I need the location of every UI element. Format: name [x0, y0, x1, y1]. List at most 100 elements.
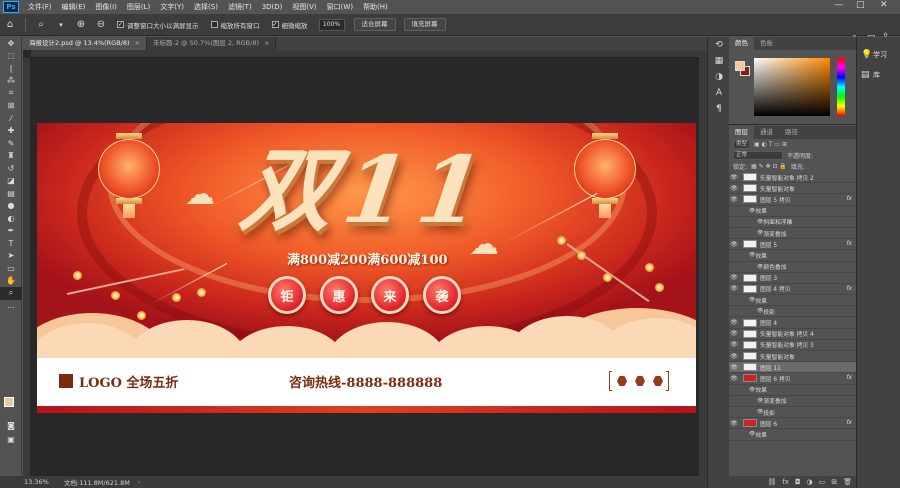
- path-selection-tool-icon[interactable]: ➤: [0, 250, 22, 263]
- layer-row[interactable]: 👁 图层 5 fx: [729, 239, 856, 251]
- layer-row[interactable]: 👁 效果: [729, 206, 856, 217]
- layer-row[interactable]: 👁 图层 6 拷贝 fx: [729, 373, 856, 385]
- zoom-tool-icon[interactable]: ⌕: [34, 18, 48, 32]
- tab-color[interactable]: 颜色: [729, 37, 754, 50]
- close-window-button[interactable]: ✕: [880, 0, 888, 10]
- menu-help[interactable]: 帮助(H): [358, 2, 393, 12]
- layer-row[interactable]: 👁 投影: [729, 407, 856, 419]
- frame-tool-icon[interactable]: ⊠: [0, 100, 22, 113]
- layer-row[interactable]: 👁 图层 3: [729, 273, 856, 284]
- layer-row[interactable]: 👁 投影: [729, 306, 856, 318]
- clone-stamp-tool-icon[interactable]: ♜: [0, 150, 22, 163]
- menu-image[interactable]: 图像(I): [90, 2, 122, 12]
- visibility-eye-icon[interactable]: 👁: [729, 319, 739, 326]
- menu-edit[interactable]: 编辑(E): [57, 2, 91, 12]
- visibility-eye-icon[interactable]: 👁: [729, 241, 739, 248]
- color-picker-field[interactable]: [754, 58, 830, 116]
- hue-slider[interactable]: [837, 58, 845, 116]
- poster-artwork[interactable]: ☁ ☁ 双11 满800减200满600减100 钜 惠 来 袭 LOGO 全场…: [37, 123, 696, 413]
- visibility-eye-icon[interactable]: 👁: [729, 364, 739, 371]
- layer-row[interactable]: 👁 效果: [729, 250, 856, 262]
- vertical-scrollbar[interactable]: [699, 50, 707, 476]
- fx-badge-icon[interactable]: fx: [847, 286, 852, 292]
- foreground-color-swatch[interactable]: [4, 397, 14, 407]
- menu-type[interactable]: 文字(Y): [155, 2, 189, 12]
- close-icon[interactable]: ×: [264, 39, 269, 47]
- layer-row[interactable]: 👁 斜面和浮雕: [729, 217, 856, 228]
- zoom-level[interactable]: 13.36%: [0, 478, 49, 486]
- layer-row[interactable]: 👁 图层 5 拷贝 fx: [729, 194, 856, 206]
- menu-3d[interactable]: 3D(D): [257, 3, 288, 11]
- resize-windows-checkbox[interactable]: ✓ 调整窗口大小以满屏显示: [117, 20, 199, 30]
- history-brush-tool-icon[interactable]: ↺: [0, 162, 22, 175]
- rectangle-tool-icon[interactable]: ▭: [0, 262, 22, 275]
- visibility-eye-icon[interactable]: 👁: [729, 330, 739, 337]
- tab-untitled-2[interactable]: 未标题-2 @ 50.7%(图层 2, RGB/8) ×: [146, 37, 277, 50]
- fit-screen-button[interactable]: 适合屏幕: [353, 18, 396, 31]
- layer-row[interactable]: 👁 图层 11: [729, 362, 856, 374]
- menu-select[interactable]: 选择(S): [189, 2, 223, 12]
- home-icon[interactable]: ⌂: [3, 18, 17, 32]
- adjustments-icon[interactable]: ◑: [708, 69, 730, 85]
- dodge-tool-icon[interactable]: ◐: [0, 212, 22, 225]
- new-layer-icon[interactable]: ⊞: [831, 478, 837, 486]
- blur-tool-icon[interactable]: ●: [0, 200, 22, 213]
- visibility-eye-icon[interactable]: 👁: [729, 353, 739, 360]
- history-icon[interactable]: ⟲: [708, 37, 730, 53]
- fx-icon[interactable]: fx: [782, 478, 789, 486]
- layer-row[interactable]: 👁 矢量智能对象 拷贝 3: [729, 340, 856, 351]
- visibility-eye-icon[interactable]: 👁: [729, 375, 739, 382]
- fx-badge-icon[interactable]: fx: [847, 241, 852, 247]
- quick-mask-icon[interactable]: ◙: [0, 419, 22, 432]
- crop-tool-icon[interactable]: ⌗: [0, 87, 22, 100]
- trash-icon[interactable]: 🗑: [843, 478, 852, 486]
- visibility-eye-icon[interactable]: 👁: [729, 185, 739, 192]
- layer-row[interactable]: 👁 效果: [729, 429, 856, 441]
- menu-layer[interactable]: 图层(L): [122, 2, 155, 12]
- layer-row[interactable]: 👁 渐变叠加: [729, 228, 856, 240]
- menu-view[interactable]: 视图(V): [287, 2, 321, 12]
- magic-wand-tool-icon[interactable]: ⁂: [0, 75, 22, 88]
- scrubby-zoom-checkbox[interactable]: ✓ 细微缩放: [271, 20, 308, 30]
- close-icon[interactable]: ×: [135, 39, 140, 47]
- type-tool-icon[interactable]: T: [0, 237, 22, 250]
- pen-tool-icon[interactable]: ✒: [0, 225, 22, 238]
- lasso-tool-icon[interactable]: ɭ: [0, 62, 22, 75]
- layer-row[interactable]: 👁 矢量智能对象: [729, 183, 856, 195]
- zoom-in-icon[interactable]: ⊕: [74, 18, 88, 32]
- zoom-all-checkbox[interactable]: 缩放所有窗口: [210, 20, 260, 30]
- foreground-color-chip[interactable]: [735, 61, 745, 71]
- healing-brush-tool-icon[interactable]: ✚: [0, 125, 22, 138]
- status-menu-arrow[interactable]: ›: [138, 478, 141, 486]
- layer-row[interactable]: 👁 颜色叠加: [729, 262, 856, 273]
- layer-row[interactable]: 👁 矢量智能对象 拷贝 2: [729, 172, 856, 184]
- move-tool-icon[interactable]: ✥: [0, 37, 22, 50]
- menu-filter[interactable]: 滤镜(T): [223, 2, 257, 12]
- lock-icons[interactable]: ▦ ✎ ✥ ⊡ 🔒: [751, 163, 787, 170]
- zoom-out-icon[interactable]: ⊖: [94, 18, 108, 32]
- menu-window[interactable]: 窗口(W): [322, 2, 358, 12]
- layer-row[interactable]: 👁 图层 6 fx: [729, 418, 856, 430]
- learn-button[interactable]: 💡 学习: [857, 45, 900, 65]
- fx-badge-icon[interactable]: fx: [847, 196, 852, 202]
- tab-poster-design[interactable]: 海报设计2.psd @ 13.4%(RGB/8) ×: [23, 37, 147, 50]
- fx-badge-icon[interactable]: fx: [847, 375, 852, 381]
- tab-paths[interactable]: 路径: [779, 126, 804, 139]
- paragraph-icon[interactable]: ¶: [708, 101, 730, 117]
- brush-tool-icon[interactable]: ✎: [0, 137, 22, 150]
- tab-layers[interactable]: 图层: [729, 126, 754, 139]
- gradient-tool-icon[interactable]: ▤: [0, 187, 22, 200]
- layer-row[interactable]: 👁 矢量智能对象 拷贝 4: [729, 329, 856, 340]
- tab-swatches[interactable]: 色板: [754, 37, 779, 50]
- eyedropper-tool-icon[interactable]: ⁄: [0, 112, 22, 125]
- layer-row[interactable]: 👁 效果: [729, 385, 856, 396]
- filter-icons[interactable]: ▣ ◐ T ▭ ⊞: [754, 141, 787, 148]
- layer-row[interactable]: 👁 效果: [729, 295, 856, 307]
- hand-tool-icon[interactable]: ✋: [0, 275, 22, 288]
- blend-mode-select[interactable]: 正常: [733, 151, 783, 160]
- tab-channels[interactable]: 通道: [754, 126, 779, 139]
- layer-row[interactable]: 👁 矢量智能对象: [729, 351, 856, 363]
- character-icon[interactable]: A: [708, 85, 730, 101]
- visibility-eye-icon[interactable]: 👁: [729, 174, 739, 181]
- visibility-eye-icon[interactable]: 👁: [729, 420, 739, 427]
